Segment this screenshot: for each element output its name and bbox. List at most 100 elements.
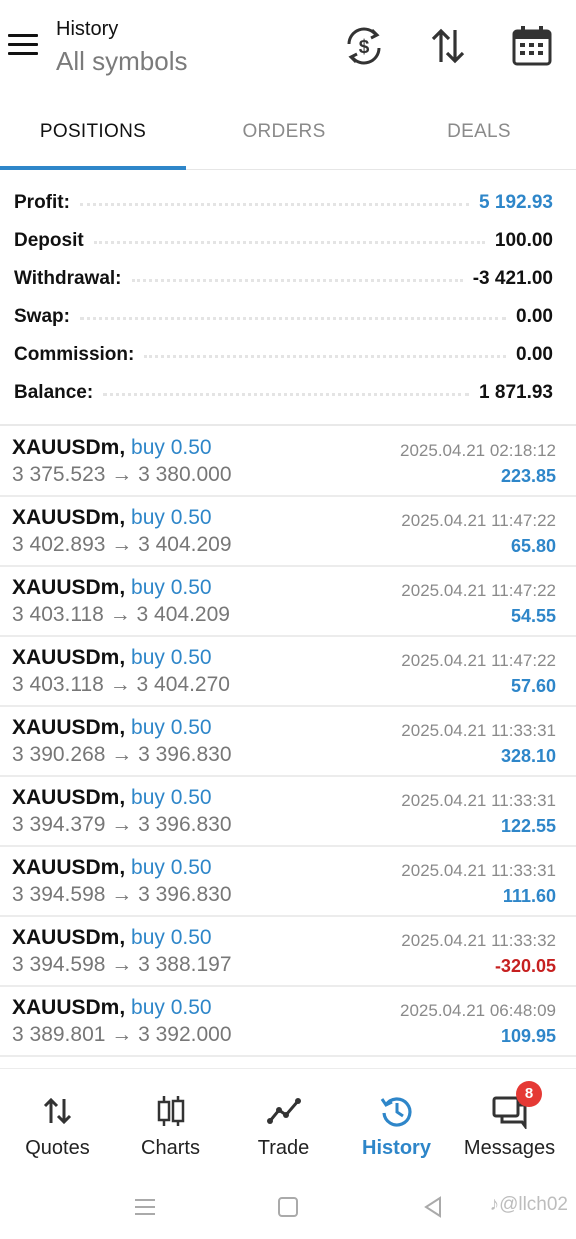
trade-profit: 54.55 (510, 606, 556, 626)
system-navigation-bar: ♪@llch02 (0, 1178, 576, 1239)
nav-messages[interactable]: 8 Messages (452, 1069, 567, 1179)
history-tabs: POSITIONS ORDERS DEALS (0, 104, 576, 170)
candlestick-icon (153, 1093, 189, 1129)
trade-time: 2025.04.21 11:33:32 (401, 931, 556, 950)
trade-prices: 3 394.379 → 3 396.830 (12, 813, 232, 836)
summary-row-swap: Swap: 0.00 (0, 298, 576, 336)
trade-row[interactable]: XAUUSDm, buy 0.50 3 403.118 → 3 404.270 … (0, 637, 576, 707)
trade-time: 2025.04.21 11:47:22 (401, 511, 556, 530)
trade-profit: 111.60 (502, 886, 556, 906)
trade-row[interactable]: XAUUSDm, buy 0.50 3 375.523 → 3 380.000 … (0, 427, 576, 497)
summary-row-deposit: Deposit 100.00 (0, 222, 576, 260)
nav-label: Messages (463, 1137, 556, 1159)
nav-label: History (362, 1137, 431, 1159)
trade-row[interactable]: XAUUSDm, buy 0.50 3 394.598 → 3 396.830 … (0, 847, 576, 917)
trade-symbol: XAUUSDm, buy 0.50 (12, 576, 212, 599)
trade-symbol: XAUUSDm, buy 0.50 (12, 506, 212, 529)
summary-label: Deposit (14, 230, 84, 251)
trade-profit: 65.80 (510, 536, 556, 556)
nav-label: Quotes (25, 1137, 90, 1159)
summary-row-profit: Profit: 5 192.93 (0, 184, 576, 222)
profit-value: 5 192.93 (479, 192, 553, 213)
summary-row-withdrawal: Withdrawal: -3 421.00 (0, 260, 576, 298)
dotted-leader (103, 386, 470, 396)
back-icon[interactable] (418, 1192, 448, 1222)
tab-orders[interactable]: ORDERS (192, 104, 376, 162)
tab-positions[interactable]: POSITIONS (0, 104, 186, 162)
trade-time: 2025.04.21 11:33:31 (401, 791, 556, 810)
trade-row[interactable]: XAUUSDm, buy 0.50 3 403.118 → 3 404.209 … (0, 567, 576, 637)
unread-badge: 8 (516, 1081, 542, 1107)
nav-label: Charts (141, 1137, 200, 1159)
dotted-leader (131, 272, 463, 282)
calendar-icon[interactable] (508, 22, 556, 70)
bottom-navigation: Quotes Charts Trade History 8 Messages (0, 1068, 576, 1178)
deposit-value: 100.00 (494, 230, 553, 251)
trade-prices: 3 375.523 → 3 380.000 (12, 463, 232, 486)
trade-side: buy 0.50 (131, 646, 212, 669)
balance-value: 1 871.93 (479, 382, 553, 403)
trade-prices: 3 389.801 → 3 392.000 (12, 1023, 232, 1046)
recent-apps-icon[interactable] (130, 1192, 160, 1222)
symbol-filter[interactable]: All symbols (56, 46, 187, 77)
trade-row[interactable]: XAUUSDm, buy 0.50 3 394.379 → 3 396.830 … (0, 777, 576, 847)
trade-side: buy 0.50 (131, 716, 212, 739)
trade-prices: 3 403.118 → 3 404.270 (12, 673, 230, 696)
menu-icon[interactable] (8, 34, 40, 60)
trade-symbol: XAUUSDm, buy 0.50 (12, 646, 212, 669)
quotes-arrows-icon (40, 1093, 76, 1129)
trade-symbol: XAUUSDm, buy 0.50 (12, 716, 212, 739)
positions-list: XAUUSDm, buy 0.50 3 375.523 → 3 380.000 … (0, 427, 576, 1057)
summary-label: Withdrawal: (14, 268, 122, 289)
page-title: History (56, 18, 119, 40)
summary-row-balance: Balance: 1 871.93 (0, 374, 576, 412)
sort-icon[interactable] (424, 22, 472, 70)
app-header: History All symbols $ (0, 0, 576, 96)
trade-row[interactable]: XAUUSDm, buy 0.50 3 402.893 → 3 404.209 … (0, 497, 576, 567)
trade-prices: 3 402.893 → 3 404.209 (12, 533, 232, 556)
trade-time: 2025.04.21 11:47:22 (401, 581, 556, 600)
trade-symbol: XAUUSDm, buy 0.50 (12, 856, 212, 879)
withdrawal-value: -3 421.00 (472, 268, 553, 289)
trade-side: buy 0.50 (131, 436, 212, 459)
nav-quotes[interactable]: Quotes (0, 1069, 115, 1179)
trade-side: buy 0.50 (131, 786, 212, 809)
currency-exchange-icon[interactable]: $ (340, 22, 388, 70)
trade-profit: 328.10 (500, 746, 556, 766)
trade-prices: 3 390.268 → 3 396.830 (12, 743, 232, 766)
nav-history[interactable]: History (339, 1069, 454, 1179)
trade-prices: 3 403.118 → 3 404.209 (12, 603, 230, 626)
summary-row-commission: Commission: 0.00 (0, 336, 576, 374)
nav-charts[interactable]: Charts (113, 1069, 228, 1179)
summary-panel: Profit: 5 192.93 Deposit 100.00 Withdraw… (0, 184, 576, 412)
home-icon[interactable] (273, 1192, 303, 1222)
trade-profit: 223.85 (500, 466, 556, 486)
trade-symbol: XAUUSDm, buy 0.50 (12, 436, 212, 459)
svg-text:$: $ (359, 37, 370, 58)
summary-label: Commission: (14, 344, 135, 365)
trade-symbol: XAUUSDm, buy 0.50 (12, 926, 212, 949)
watermark: ♪@llch02 (489, 1194, 568, 1215)
trade-row[interactable]: XAUUSDm, buy 0.50 3 394.598 → 3 388.197 … (0, 917, 576, 987)
trade-time: 2025.04.21 06:48:09 (400, 1001, 556, 1020)
summary-divider (0, 424, 576, 426)
trade-side: buy 0.50 (131, 506, 212, 529)
trade-profit: -320.05 (494, 956, 556, 976)
trade-profit: 122.55 (500, 816, 556, 836)
trade-profit: 109.95 (500, 1026, 556, 1046)
commission-value: 0.00 (516, 344, 553, 365)
trade-row[interactable]: XAUUSDm, buy 0.50 3 389.801 → 3 392.000 … (0, 987, 576, 1057)
nav-label: Trade (257, 1137, 310, 1159)
trade-symbol: XAUUSDm, buy 0.50 (12, 786, 212, 809)
nav-trade[interactable]: Trade (226, 1069, 341, 1179)
tab-deals[interactable]: DEALS (384, 104, 574, 162)
trade-time: 2025.04.21 11:33:31 (401, 861, 556, 880)
dotted-leader (144, 348, 507, 358)
summary-label: Balance: (14, 382, 94, 403)
trade-profit: 57.60 (510, 676, 556, 696)
trade-row[interactable]: XAUUSDm, buy 0.50 3 390.268 → 3 396.830 … (0, 707, 576, 777)
trade-line-icon (266, 1093, 302, 1129)
dotted-leader (93, 234, 485, 244)
trade-prices: 3 394.598 → 3 388.197 (12, 953, 232, 976)
history-clock-icon (379, 1093, 415, 1129)
